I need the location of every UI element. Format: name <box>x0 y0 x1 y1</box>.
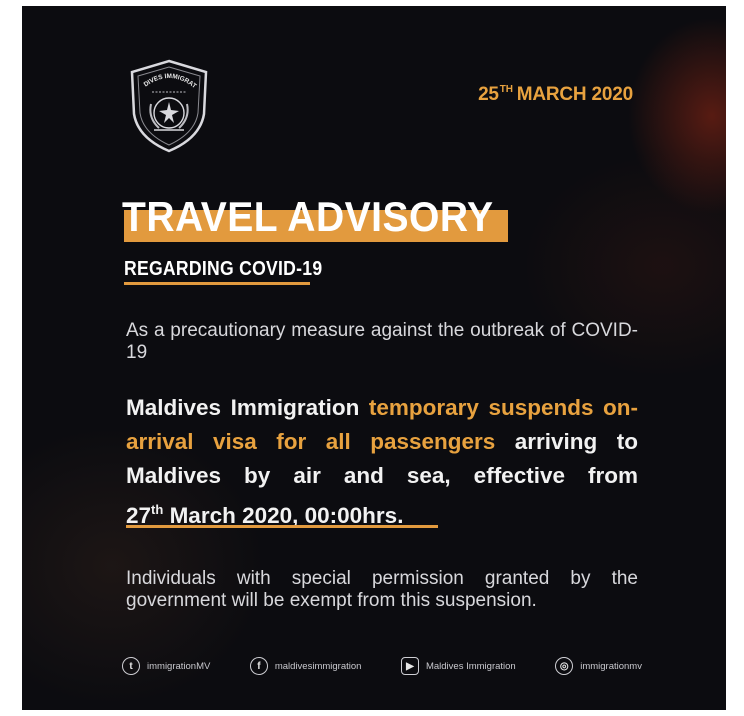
date-underline <box>126 525 438 528</box>
social-instagram[interactable]: ◎ immigrationmv <box>555 657 642 675</box>
title-block: TRAVEL ADVISORY <box>122 192 522 242</box>
subtitle-underline <box>124 282 310 285</box>
social-label: maldivesimmigration <box>274 660 362 672</box>
page-subtitle: REGARDING COVID-19 <box>124 258 323 280</box>
main-announcement: Maldives Immigration temporary suspends … <box>126 395 638 528</box>
social-label: immigrationMV <box>147 660 211 672</box>
twitter-icon: t <box>122 657 140 675</box>
page-title: TRAVEL ADVISORY <box>122 193 494 240</box>
advisory-poster: MALDIVES IMMIGRATION 25THMARCH 2020 TRAV… <box>22 6 726 710</box>
social-links: t immigrationMV f maldivesimmigration ▶ … <box>122 654 642 678</box>
social-label: immigrationmv <box>580 660 642 672</box>
instagram-icon: ◎ <box>555 657 574 675</box>
intro-text: As a precautionary measure against the o… <box>126 320 638 363</box>
facebook-icon: f <box>249 657 268 675</box>
exemption-note: Individuals with special permission gran… <box>126 568 638 611</box>
social-youtube[interactable]: ▶ Maldives Immigration <box>400 657 516 675</box>
social-label: Maldives Immigration <box>425 660 516 672</box>
social-facebook[interactable]: f maldivesimmigration <box>249 657 362 675</box>
advisory-date: 25TH MARCH 2020 <box>478 84 633 105</box>
social-twitter[interactable]: t immigrationMV <box>122 657 210 675</box>
youtube-icon: ▶ <box>400 657 419 675</box>
maldives-immigration-emblem: MALDIVES IMMIGRATION <box>126 58 208 153</box>
